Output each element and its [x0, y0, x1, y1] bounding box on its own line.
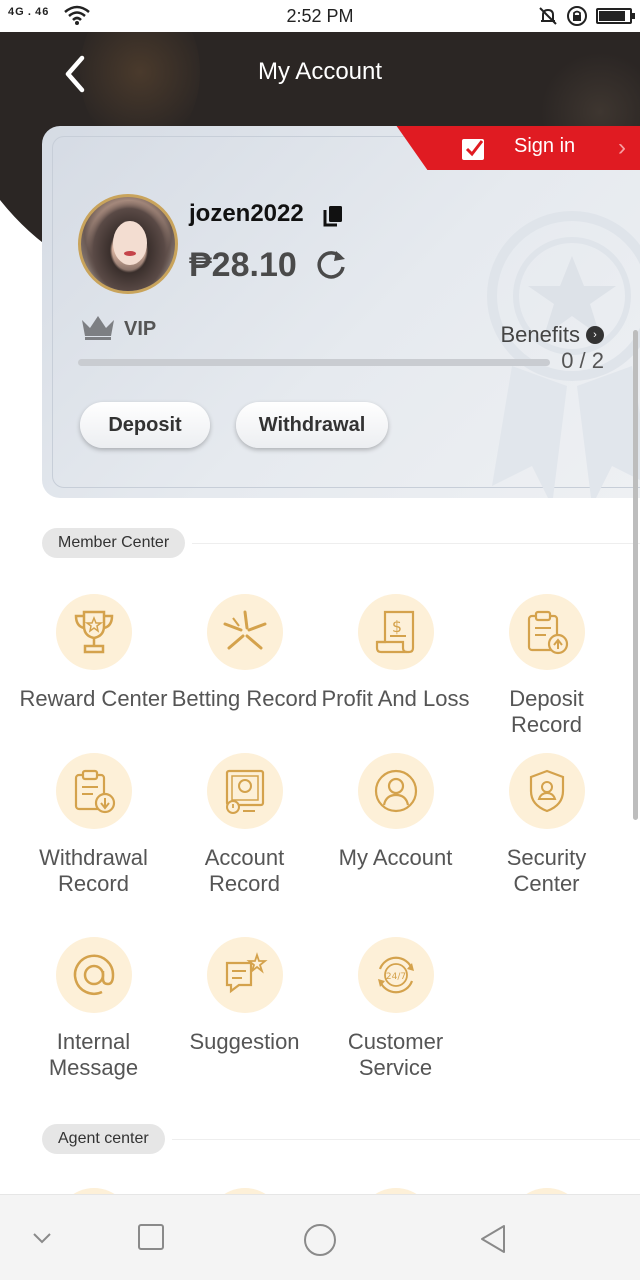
support-24-7-icon: 24/7 [377, 956, 414, 994]
internal-message-item[interactable]: Internal Message [18, 937, 169, 1081]
suggestion-item[interactable]: Suggestion [169, 937, 320, 1055]
betting-record-item[interactable]: Betting Record [169, 594, 320, 712]
recent-apps-icon[interactable] [137, 1223, 165, 1251]
rotation-lock-icon [567, 6, 587, 26]
page-title: My Account [257, 58, 383, 85]
avatar[interactable] [78, 194, 178, 294]
scrollbar[interactable] [633, 330, 638, 820]
username: jozen2022 [189, 200, 304, 227]
sign-in-label: Sign in [514, 135, 576, 157]
status-bar: 4G . 46 2:52 PM [0, 0, 640, 32]
checkbox-calendar-icon [462, 139, 484, 160]
receipt-dollar-icon: $ [375, 610, 414, 654]
member-center-title: Member Center [42, 528, 186, 558]
reward-center-item[interactable]: Reward Center [18, 594, 169, 712]
svg-text:$: $ [391, 617, 401, 636]
vip-progress-count: 0 / 2 [561, 348, 604, 373]
chevron-right-icon: › [618, 134, 626, 161]
withdrawal-record-label: Withdrawal Record [39, 845, 148, 896]
account-record-item[interactable]: Account Record [169, 753, 320, 897]
svg-text:24/7: 24/7 [385, 972, 405, 982]
vip-level-label: VIP [124, 318, 157, 340]
account-record-icon [225, 769, 264, 814]
shield-user-icon [529, 769, 564, 813]
trophy-icon [74, 610, 113, 654]
home-icon[interactable] [303, 1223, 337, 1257]
vip-progress-bar [78, 359, 550, 366]
withdrawal-record-item[interactable]: Withdrawal Record [18, 753, 169, 897]
profit-and-loss-item[interactable]: $ Profit And Loss [320, 594, 471, 712]
deposit-record-label: Deposit Record [509, 686, 584, 737]
my-account-item[interactable]: My Account [320, 753, 471, 871]
arrow-circle-icon: › [586, 326, 604, 344]
deposit-button[interactable]: Deposit [80, 402, 210, 448]
customer-service-item[interactable]: 24/7 Customer Service [320, 937, 471, 1081]
deposit-record-item[interactable]: Deposit Record [471, 594, 622, 738]
refresh-icon[interactable] [314, 248, 348, 280]
member-center-header: Member Center [42, 528, 640, 558]
chevron-down-icon[interactable] [32, 1231, 52, 1245]
agent-center-header: Agent center [42, 1124, 640, 1154]
chat-star-icon [225, 952, 268, 994]
account-record-label: Account Record [204, 845, 285, 896]
customer-service-label: Customer Service [347, 1029, 444, 1080]
mute-bell-icon [539, 7, 557, 25]
withdrawal-button[interactable]: Withdrawal [236, 402, 388, 448]
clipboard-download-icon [74, 769, 115, 814]
reward-center-label: Reward Center [19, 686, 168, 711]
my-account-label: My Account [338, 845, 453, 870]
copy-icon[interactable] [322, 204, 344, 228]
battery-icon [596, 8, 635, 24]
betting-record-label: Betting Record [171, 686, 318, 711]
security-center-label: Security Center [506, 845, 587, 896]
account-card: Sign in › jozen2022 ₱28.10 VIP Benefits … [42, 126, 640, 498]
security-center-item[interactable]: Security Center [471, 753, 622, 897]
benefits-label: Benefits [500, 322, 581, 347]
clipboard-upload-icon [527, 610, 568, 655]
user-icon [374, 769, 417, 813]
system-nav-bar [0, 1194, 640, 1280]
at-sign-icon [73, 954, 114, 995]
crown-icon [82, 316, 114, 340]
betting-star-icon [223, 610, 266, 650]
suggestion-label: Suggestion [189, 1029, 300, 1054]
profit-and-loss-label: Profit And Loss [321, 686, 470, 711]
internal-message-label: Internal Message [48, 1029, 139, 1080]
balance-amount: ₱28.10 [189, 246, 297, 284]
benefits-link[interactable]: Benefits › [500, 322, 604, 348]
sign-in-button[interactable]: Sign in › [430, 126, 640, 170]
agent-center-title: Agent center [42, 1124, 165, 1154]
back-icon[interactable] [478, 1223, 508, 1255]
